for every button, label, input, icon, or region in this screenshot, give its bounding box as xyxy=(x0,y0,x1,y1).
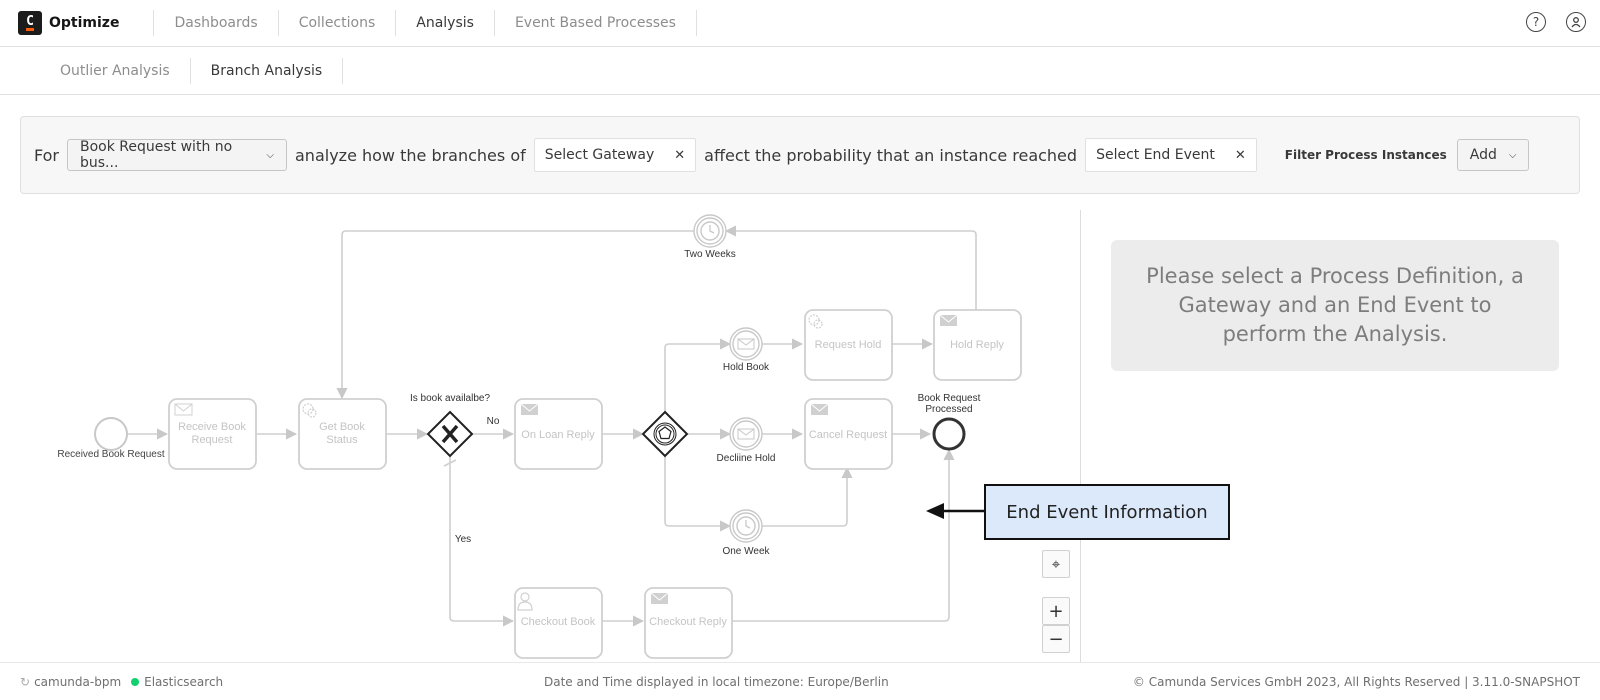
svg-text:Hold Book: Hold Book xyxy=(723,362,770,373)
nav-analysis[interactable]: Analysis xyxy=(395,10,494,36)
zoom-out-button[interactable]: − xyxy=(1042,625,1070,653)
process-definition-dropdown[interactable]: Book Request with no bus... ⌵ xyxy=(67,139,287,171)
svg-text:Is book availalbe?: Is book availalbe? xyxy=(410,393,490,404)
svg-text:Checkout Reply: Checkout Reply xyxy=(649,616,727,628)
tab-outlier-analysis[interactable]: Outlier Analysis xyxy=(40,57,191,84)
branch-analysis-control-panel: For Book Request with no bus... ⌵ analyz… xyxy=(20,116,1580,194)
svg-text:Hold Reply: Hold Reply xyxy=(950,339,1004,351)
chevron-down-icon: ⌵ xyxy=(1508,149,1517,161)
svg-text:Cancel Request: Cancel Request xyxy=(809,429,887,441)
engine-name: camunda-bpm xyxy=(34,674,122,689)
camunda-logo-icon[interactable]: C xyxy=(18,11,42,35)
svg-text:Received Book Request: Received Book Request xyxy=(57,449,165,460)
end-event-selector[interactable]: Select End Event ✕ xyxy=(1085,138,1257,172)
timer-event-one-week[interactable]: One Week xyxy=(722,509,771,557)
label-analyze: analyze how the branches of xyxy=(295,145,526,165)
svg-text:Request Hold: Request Hold xyxy=(815,339,882,351)
end-event[interactable]: Book Request Processed xyxy=(918,393,981,451)
fit-to-view-button[interactable]: ⌖ xyxy=(1042,550,1070,578)
help-icon[interactable]: ? xyxy=(1526,12,1546,32)
bpmn-diagram[interactable]: Received Book Request Receive Book Reque… xyxy=(0,200,1080,662)
annotation-arrow-icon xyxy=(926,503,984,519)
engine-status-icon: ↻ xyxy=(20,674,31,689)
message-event-decline-hold[interactable]: Decliine Hold xyxy=(717,417,776,464)
end-event-information-callout: End Event Information xyxy=(984,484,1230,540)
top-navigation-bar: C Optimize Dashboards Collections Analys… xyxy=(0,0,1600,47)
user-icon[interactable] xyxy=(1566,12,1586,32)
label-get-book-status-2: Status xyxy=(326,434,358,446)
gateway-selector[interactable]: Select Gateway ✕ xyxy=(533,138,697,172)
timer-event-two-weeks[interactable]: Two Weeks xyxy=(684,214,736,260)
app-name[interactable]: Optimize xyxy=(49,15,119,31)
filter-add-dropdown[interactable]: Add ⌵ xyxy=(1456,139,1530,171)
nav-dashboards[interactable]: Dashboards xyxy=(153,10,277,36)
label-get-book-status-1: Get Book xyxy=(319,421,365,433)
label-receive-book-request-2: Request xyxy=(192,434,233,446)
message-event-hold-book[interactable]: Hold Book xyxy=(723,327,770,373)
main-nav: Dashboards Collections Analysis Event Ba… xyxy=(153,10,697,36)
database-name: Elasticsearch xyxy=(144,674,224,689)
event-based-gateway[interactable] xyxy=(641,410,689,458)
zoom-in-button[interactable]: + xyxy=(1042,597,1070,625)
label-for: For xyxy=(34,145,59,165)
nav-collections[interactable]: Collections xyxy=(277,10,396,36)
nav-event-based-processes[interactable]: Event Based Processes xyxy=(493,10,696,36)
database-status-icon xyxy=(131,677,140,686)
clear-gateway-icon[interactable]: ✕ xyxy=(674,148,685,163)
analysis-subnav: Outlier Analysis Branch Analysis xyxy=(0,47,1600,95)
end-event-label-2: Processed xyxy=(925,404,972,415)
label-affect: affect the probability that an instance … xyxy=(704,145,1078,165)
svg-text:On Loan Reply: On Loan Reply xyxy=(521,429,595,441)
svg-text:One Week: One Week xyxy=(722,546,770,557)
clear-end-event-icon[interactable]: ✕ xyxy=(1235,148,1246,163)
start-event[interactable]: Received Book Request xyxy=(57,417,165,460)
footer: ↻ camunda-bpm Elasticsearch Date and Tim… xyxy=(0,662,1600,700)
exclusive-gateway[interactable]: Is book availalbe? xyxy=(410,393,490,458)
svg-text:Checkout Book: Checkout Book xyxy=(521,616,596,628)
label-receive-book-request-1: Receive Book xyxy=(178,421,246,433)
chevron-down-icon: ⌵ xyxy=(266,149,274,161)
flow-label-no: No xyxy=(487,416,500,427)
timezone-info: Date and Time displayed in local timezon… xyxy=(544,674,889,689)
instructions-message: Please select a Process Definition, a Ga… xyxy=(1111,240,1559,371)
flow-label-yes: Yes xyxy=(455,534,471,545)
copyright: © Camunda Services GmbH 2023, All Rights… xyxy=(1132,674,1580,689)
filter-label: Filter Process Instances xyxy=(1284,148,1447,162)
tasks xyxy=(168,309,1022,659)
panel-divider xyxy=(1080,210,1081,662)
tab-branch-analysis[interactable]: Branch Analysis xyxy=(191,57,344,84)
task-labels: Receive Book Request Get Book Status On … xyxy=(178,339,1004,628)
end-event-label-1: Book Request xyxy=(918,393,981,404)
svg-text:Two Weeks: Two Weeks xyxy=(684,249,736,260)
svg-text:Decliine Hold: Decliine Hold xyxy=(717,453,776,464)
